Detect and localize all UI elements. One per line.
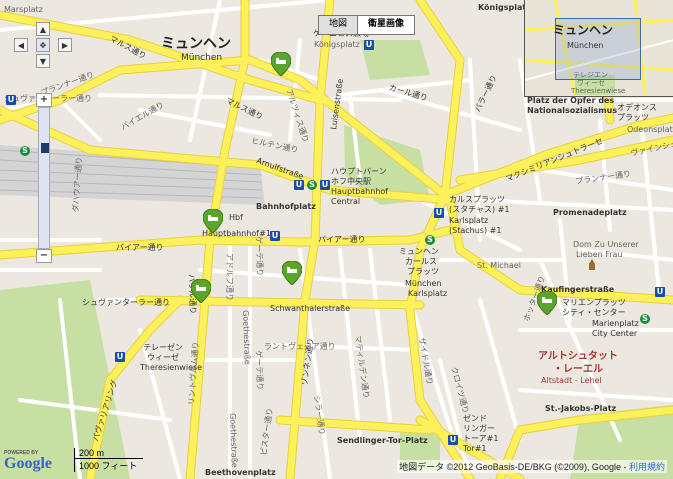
label-theresien-ja-1: テレーゼン: [143, 343, 183, 352]
label-sendlinger: Sendlinger-Tor-Platz: [337, 436, 428, 445]
sbahn-icon[interactable]: S: [425, 235, 435, 245]
label-marsplatz: Marsplatz: [4, 5, 43, 14]
map-type-control: 地図 衛星画像: [318, 15, 416, 35]
label-koenigsplatz-north: Königsplatz: [478, 3, 531, 12]
label-mkp-de-1: München: [405, 279, 442, 288]
label-promenadeplatz: Promenadeplatz: [553, 208, 627, 217]
pan-center-button[interactable]: ✥: [36, 38, 50, 52]
label-hbf-ja-2: ホフ中央駅: [331, 177, 371, 186]
label-goethe-ja: ゲーテ通り: [254, 235, 265, 277]
overview-map[interactable]: ミュンヘン München テレジエン ヴィーゼ Theresienwiese: [524, 0, 673, 97]
zoom-slider-track[interactable]: [38, 107, 50, 249]
label-altstadt-ja-2: ・レーエル: [553, 364, 603, 375]
map-type-satellite-button[interactable]: 衛星画像: [357, 16, 415, 34]
label-marienplatz-ja-2: シティ・センター: [562, 308, 626, 317]
label-altstadt-ja-1: アルトシュタット: [538, 351, 618, 362]
label-odeonsplatz-1: Odeonsplatz: [627, 125, 673, 134]
pan-control: ▲ ◀ ✥ ▶ ▼: [14, 22, 74, 68]
sbahn-icon[interactable]: S: [640, 314, 650, 324]
pan-left-button[interactable]: ◀: [14, 38, 28, 52]
label-karlsplatz-ja-1: カルスプラッツ: [449, 195, 505, 204]
ubahn-icon[interactable]: U: [434, 208, 444, 218]
label-bayerstr-2: バイアー通り: [318, 235, 366, 244]
label-koenigsplatz: Königsplatz: [314, 40, 360, 49]
label-marienplatz-2: City Center: [592, 329, 638, 338]
label-jakobsplatz: St.-Jakobs-Platz: [545, 404, 617, 413]
label-sophien: アドルフ通り: [225, 253, 234, 301]
bed-icon[interactable]: [537, 291, 557, 315]
bed-icon[interactable]: [282, 261, 302, 285]
label-city-de: München: [181, 53, 223, 63]
pan-right-button[interactable]: ▶: [58, 38, 72, 52]
sbahn-icon[interactable]: S: [20, 146, 30, 156]
label-mkp-ja-1: ミュンヘン: [399, 247, 439, 256]
label-karlsplatz-de: Karlsplatz: [449, 216, 489, 225]
bed-icon[interactable]: [191, 279, 211, 303]
label-goethe-ja-2: ゲーテ通り: [254, 349, 265, 391]
ubahn-icon[interactable]: U: [6, 95, 16, 105]
label-mkp-de-2: Karlsplatz: [408, 289, 448, 298]
scale-imperial: 1000 フィート: [74, 459, 143, 472]
label-hbf-de-2: Central: [331, 197, 361, 206]
attribution: 地図データ ©2012 GeoBasis-DE/BKG (©2009), Goo…: [397, 460, 667, 473]
label-bayerstr-1: バイアー通り: [116, 243, 164, 252]
label-goethestr: Goethestraße: [241, 309, 252, 365]
label-landwehr: ラントヴェーア通り: [264, 342, 336, 351]
ubahn-icon[interactable]: U: [655, 287, 665, 297]
label-hbf-short: Hbf: [229, 213, 243, 222]
label-sendlinger-ja-2: リンガー: [463, 424, 495, 433]
zoom-out-button[interactable]: −: [36, 249, 52, 263]
label-stachus: (Stachus) #1: [449, 226, 502, 235]
label-mkp-ja-2: カールス: [405, 257, 437, 266]
label-sendlinger-ja-1: ゼンド: [463, 414, 487, 423]
ubahn-icon[interactable]: U: [320, 180, 330, 190]
label-odeonsplatz-ja-2: プラッツ: [617, 113, 649, 122]
attribution-text: 地図データ ©2012 GeoBasis-DE/BKG (©2009), Goo…: [399, 462, 627, 472]
overview-poi-1: テレジエン: [573, 71, 608, 79]
terms-link[interactable]: 利用規約: [629, 462, 665, 472]
zoom-control: + −: [36, 93, 52, 263]
label-bahnhofplatz: Bahnhofplatz: [256, 202, 316, 211]
map-footer: POWERED BY Google 200 m 1000 フィート 地図データ …: [0, 448, 673, 479]
ubahn-icon[interactable]: U: [364, 40, 374, 50]
ubahn-icon[interactable]: U: [448, 435, 458, 445]
overview-poi-2: ヴィーゼ: [577, 79, 605, 87]
label-hbf-ja-1: ハウプトバーン: [331, 167, 387, 176]
pan-up-button[interactable]: ▲: [36, 22, 50, 36]
label-altstadt: Altstadt - Lehel: [541, 376, 602, 385]
google-logo[interactable]: POWERED BY Google: [4, 450, 52, 472]
label-hbf-de-1: Hauptbahnhof: [331, 187, 389, 196]
google-wordmark: Google: [4, 455, 52, 472]
bed-icon[interactable]: [203, 209, 223, 233]
ubahn-icon[interactable]: U: [270, 231, 280, 241]
overview-poi-3: Theresienwiese: [571, 87, 626, 95]
label-theresien-ja-2: ウィーゼ: [147, 353, 179, 362]
map-type-map-button[interactable]: 地図: [319, 16, 358, 34]
label-schwanthaler: Schwanthalerstraße: [270, 304, 351, 313]
label-dom-2: Lieben Frau: [576, 250, 623, 259]
ubahn-icon[interactable]: U: [115, 352, 125, 362]
label-mkp-ja-3: プラッツ: [407, 267, 439, 276]
label-marienplatz-ja-1: マリエンプラッツ: [562, 298, 626, 307]
pan-down-button[interactable]: ▼: [36, 54, 50, 68]
label-marienplatz-1: Marienplatz: [592, 319, 639, 328]
label-sendlinger-ja-3: トーア#1: [463, 434, 499, 443]
zoom-slider-thumb[interactable]: [41, 143, 49, 153]
label-opfer-2: Nationalsozialismus: [527, 106, 618, 115]
zoom-in-button[interactable]: +: [36, 93, 52, 107]
scale-metric: 200 m: [74, 448, 143, 459]
ubahn-icon[interactable]: U: [294, 180, 304, 190]
label-dom-1: Dom Zu Unserer: [573, 240, 639, 249]
overview-city-de: München: [567, 41, 604, 50]
label-karlsplatz-ja-2: (スタチャス) #1: [449, 205, 510, 214]
scale-bar: 200 m 1000 フィート: [74, 448, 143, 472]
sbahn-icon[interactable]: S: [307, 180, 317, 190]
label-schwanthaler-ja: シュヴァンターラー通り: [82, 298, 170, 307]
overview-city-ja: ミュンヘン: [553, 23, 614, 37]
label-city-ja: ミュンヘン: [161, 36, 231, 52]
label-opfer-1: Platz der Opfer des: [527, 96, 615, 105]
label-odeonsplatz-ja: オデオンス: [617, 103, 657, 112]
bed-icon[interactable]: [271, 52, 291, 76]
label-stmichael: St. Michael: [477, 261, 521, 270]
